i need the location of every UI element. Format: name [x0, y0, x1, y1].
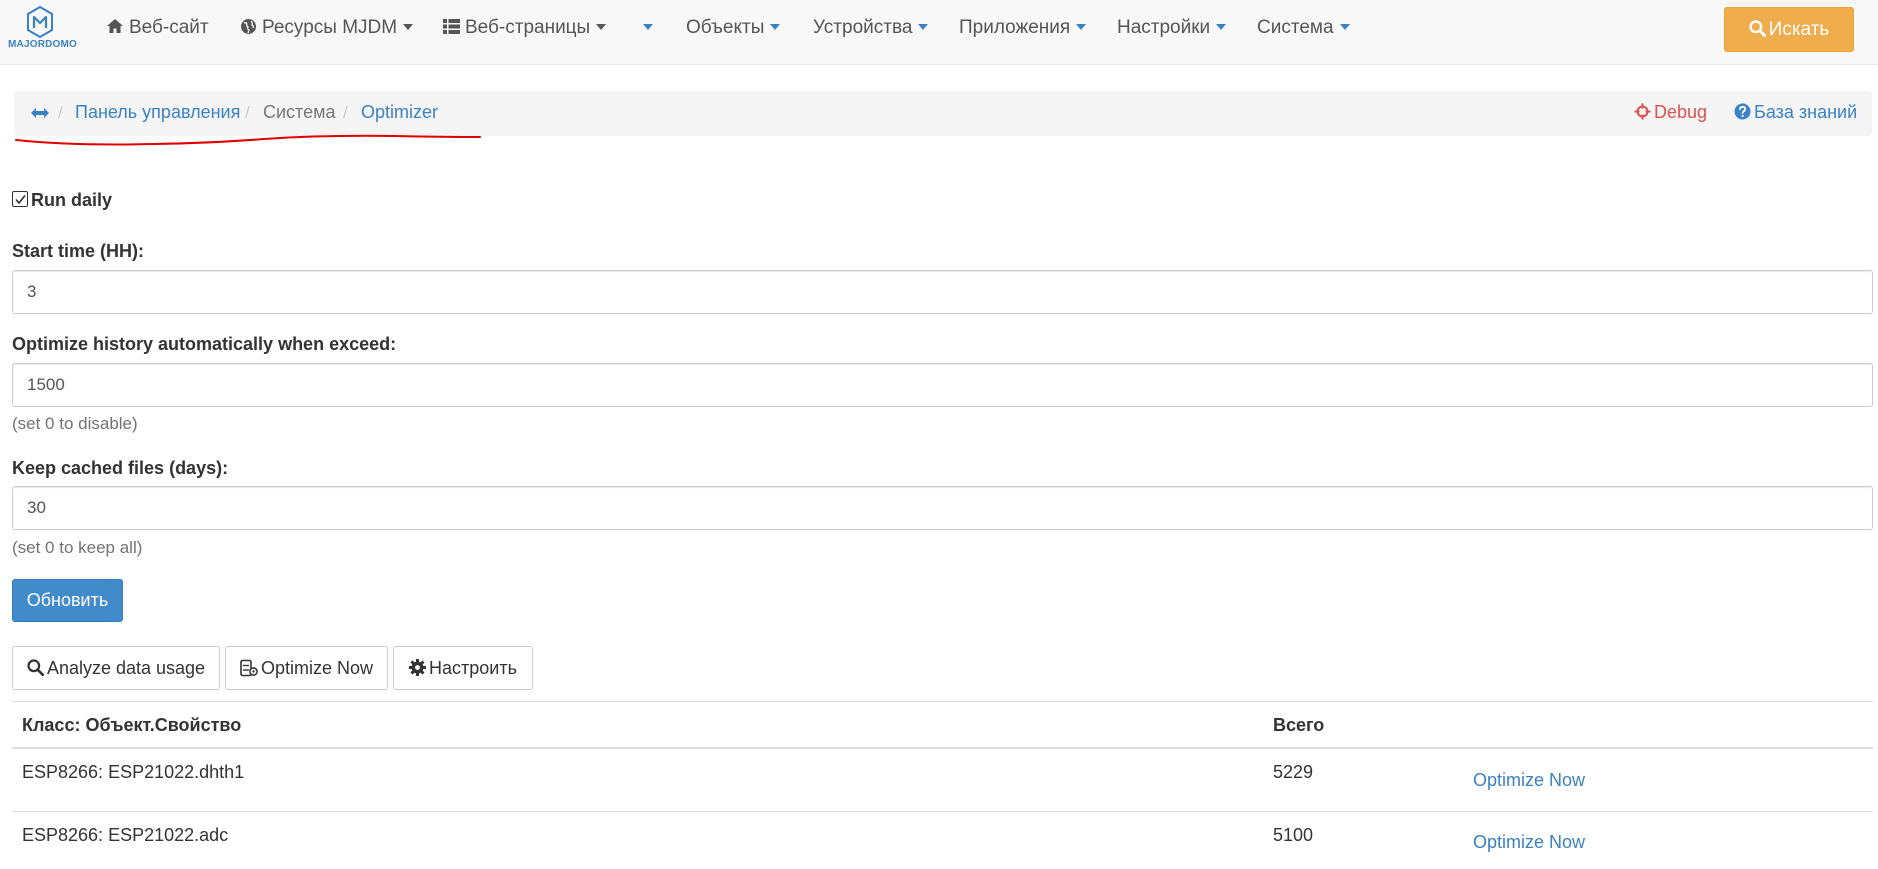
analyze-data-usage-label: Analyze data usage — [46, 658, 206, 678]
run-daily-label: Run daily — [31, 190, 113, 210]
knowledge-base-link[interactable]: База знаний — [1734, 102, 1857, 123]
table-row-property: ESP8266: ESP21022.dhth1 — [22, 762, 245, 782]
nav-item-system[interactable]: Система — [1257, 0, 1350, 55]
table-top-border — [12, 701, 1873, 702]
keep-cached-label: Keep cached files (days): — [12, 458, 229, 478]
row-optimize-now-link[interactable]: Optimize Now — [1473, 770, 1585, 791]
nav-item-extra-dropdown[interactable] — [637, 0, 653, 55]
gear-icon — [409, 659, 427, 677]
brand-text: MAJORDOMO — [8, 39, 78, 50]
table-header-border — [12, 747, 1873, 749]
run-daily-row: Run daily — [12, 190, 112, 211]
keep-cached-input[interactable] — [12, 486, 1873, 530]
chevron-down-icon — [1216, 23, 1227, 30]
table-row-total: 5100 — [1273, 825, 1314, 845]
checkmark-icon — [15, 195, 26, 205]
globe-icon — [241, 18, 256, 34]
breadcrumb-control-panel[interactable]: Панель управления — [75, 102, 240, 123]
optimize-now-button[interactable]: Optimize Now — [225, 646, 388, 690]
search-icon — [1748, 20, 1766, 38]
nav-item-web-pages-label: Веб-страницы — [465, 17, 591, 38]
nav-item-website-label: Веб-сайт — [129, 17, 209, 38]
nav-item-devices-label: Устройства — [813, 17, 913, 38]
nav-item-website[interactable]: Веб-сайт — [106, 0, 209, 55]
table-row-property: ESP8266: ESP21022.adc — [22, 825, 229, 845]
table-row-total: 5229 — [1273, 762, 1314, 782]
nav-item-system-label: Система — [1257, 17, 1334, 38]
table-row-border — [12, 811, 1873, 812]
table-header-property: Класс: Объект.Свойство — [22, 715, 242, 735]
nav-item-objects-label: Объекты — [686, 17, 765, 38]
breadcrumb-optimizer[interactable]: Optimizer — [361, 102, 438, 123]
optimize-now-label: Optimize Now — [260, 658, 374, 678]
chevron-down-icon — [596, 23, 607, 30]
nav-item-settings-label: Настройки — [1117, 17, 1211, 38]
debug-link-label: Debug — [1654, 102, 1708, 122]
chevron-down-icon — [770, 23, 781, 30]
brand-logo[interactable]: MAJORDOMO — [8, 6, 78, 58]
crosshair-icon — [1634, 103, 1651, 120]
nav-item-mjdm-resources-label: Ресурсы MJDM — [262, 17, 398, 38]
knowledge-base-link-label: База знаний — [1754, 102, 1858, 122]
chevron-down-icon — [1076, 23, 1087, 30]
nav-item-applications[interactable]: Приложения — [959, 0, 1087, 55]
breadcrumb-separator: / — [58, 103, 63, 122]
search-button[interactable]: Искать — [1724, 7, 1854, 52]
nav-item-mjdm-resources[interactable]: Ресурсы MJDM — [240, 0, 414, 55]
chevron-down-icon — [918, 23, 929, 30]
run-daily-checkbox[interactable] — [12, 191, 28, 208]
top-navbar: MAJORDOMO Веб-сайт Ресурсы MJDM Веб-стра… — [0, 0, 1878, 65]
red-annotation-underline — [15, 134, 481, 146]
keep-cached-help: (set 0 to keep all) — [12, 538, 143, 557]
configure-button[interactable]: Настроить — [393, 646, 533, 690]
nav-item-settings[interactable]: Настройки — [1117, 0, 1227, 55]
optimize-threshold-input[interactable] — [12, 363, 1873, 407]
search-icon — [27, 659, 45, 677]
breadcrumb-separator: / — [343, 103, 348, 122]
nav-item-web-pages[interactable]: Веб-страницы — [443, 0, 607, 55]
debug-link[interactable]: Debug — [1634, 102, 1707, 123]
start-time-input[interactable] — [12, 270, 1873, 314]
chevron-down-icon — [403, 23, 414, 30]
search-button-label: Искать — [1768, 19, 1830, 40]
sidebar-toggle-arrows-icon[interactable] — [30, 104, 50, 124]
optimize-threshold-help: (set 0 to disable) — [12, 414, 138, 433]
nav-item-devices[interactable]: Устройства — [813, 0, 929, 55]
chevron-down-icon — [1339, 23, 1350, 30]
majordomo-logo-icon — [27, 6, 53, 38]
table-header-total: Всего — [1273, 715, 1325, 735]
start-time-label: Start time (HH): — [12, 241, 145, 261]
list-icon — [443, 18, 460, 34]
nav-item-objects[interactable]: Объекты — [686, 0, 781, 55]
nav-item-applications-label: Приложения — [959, 17, 1071, 38]
database-optimize-icon — [240, 659, 258, 677]
configure-label: Настроить — [429, 658, 517, 678]
update-button[interactable]: Обновить — [12, 579, 123, 622]
question-circle-icon — [1734, 103, 1751, 120]
chevron-down-icon — [643, 23, 653, 30]
optimize-threshold-label: Optimize history automatically when exce… — [12, 334, 397, 354]
breadcrumb-system: Система — [263, 102, 336, 122]
breadcrumb-separator: / — [245, 103, 250, 122]
analyze-data-usage-button[interactable]: Analyze data usage — [12, 646, 220, 690]
row-optimize-now-link[interactable]: Optimize Now — [1473, 832, 1585, 853]
home-icon — [107, 19, 123, 34]
